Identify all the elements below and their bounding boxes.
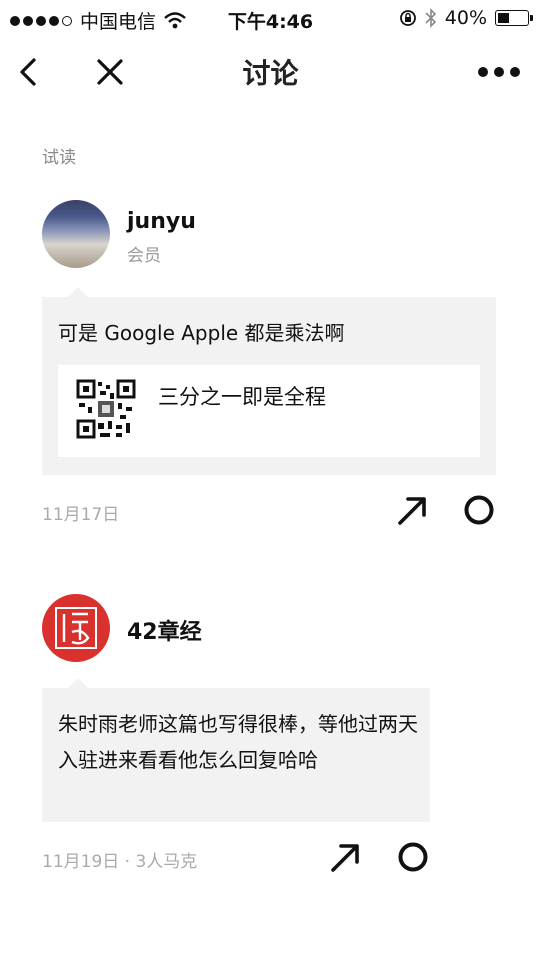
card-title: 三分之一即是全程 [158,385,326,409]
bluetooth-icon [425,8,436,28]
section-label: 试读 [42,148,76,168]
author-name[interactable]: 42章经 [127,614,202,646]
status-bar: 中国电信 下午4:46 40% [0,0,541,38]
battery-icon [495,10,533,26]
page-title: 讨论 [242,57,299,90]
qr-code-icon [76,379,136,439]
battery-percent: 40% [444,7,487,29]
post-bubble: 朱时雨老师这篇也写得很棒，等他过两天入驻进来看看他怎么回复哈哈 [42,678,430,822]
post-date: 11月17日 [42,505,120,525]
share-arrow-icon[interactable] [396,493,430,527]
circle-icon[interactable] [396,840,430,874]
logo-seal-icon [55,607,97,649]
author-name[interactable]: junyu [127,209,196,234]
battery-fill [498,13,509,23]
post-bubble: 可是 Google Apple 都是乘法啊 三分之一即是全程 [42,287,496,475]
circle-icon[interactable] [462,493,496,527]
lock-rotation-icon [399,10,416,26]
post-text: 朱时雨老师这篇也写得很棒，等他过两天入驻进来看看他怎么回复哈哈 [58,712,418,772]
avatar[interactable] [42,594,110,662]
avatar[interactable] [42,200,110,268]
share-arrow-icon[interactable] [329,840,363,874]
nav-bar: 讨论 [0,40,541,104]
more-icon[interactable] [477,62,521,82]
post-text: 可是 Google Apple 都是乘法啊 [58,321,345,345]
member-badge: 会员 [127,246,161,266]
linked-card[interactable]: 三分之一即是全程 [58,365,480,457]
post-meta: 11月19日 · 3人马克 [42,852,198,872]
status-right: 40% [399,7,533,29]
